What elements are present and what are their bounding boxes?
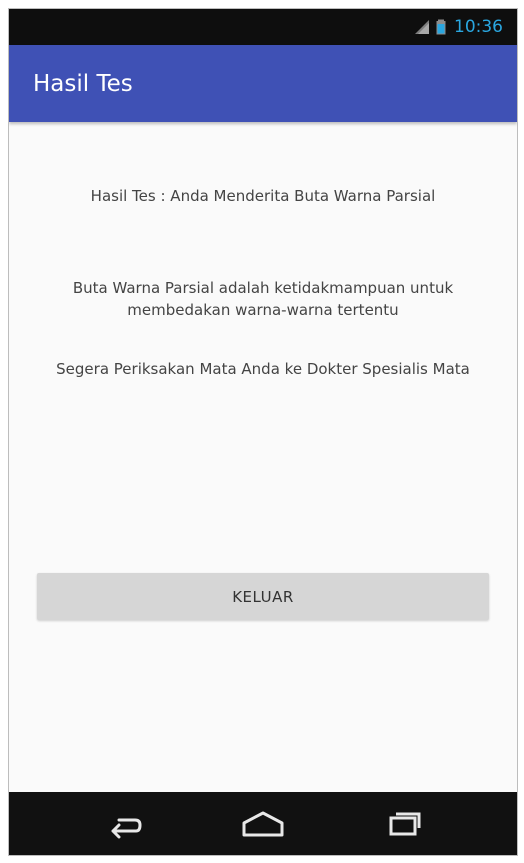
recent-apps-button[interactable] xyxy=(363,792,443,855)
exit-button[interactable]: KELUAR xyxy=(37,573,489,620)
navigation-bar xyxy=(9,792,517,855)
battery-icon xyxy=(436,19,446,35)
home-button[interactable] xyxy=(223,792,303,855)
back-button[interactable] xyxy=(83,792,163,855)
status-time: 10:36 xyxy=(454,16,503,37)
result-content: Hasil Tes : Anda Menderita Buta Warna Pa… xyxy=(9,122,517,792)
back-icon xyxy=(111,818,142,838)
home-icon xyxy=(242,811,284,836)
phone-bezel: 10:36 Hasil Tes Hasil Tes : Anda Menderi… xyxy=(9,9,517,855)
status-bar: 10:36 xyxy=(9,9,517,45)
app-bar: Hasil Tes xyxy=(9,45,517,122)
recent-apps-icon xyxy=(389,812,421,835)
status-icons: 10:36 xyxy=(414,9,503,45)
result-text: Hasil Tes : Anda Menderita Buta Warna Pa… xyxy=(90,187,436,205)
signal-icon xyxy=(415,20,429,34)
advice-text: Segera Periksakan Mata Anda ke Dokter Sp… xyxy=(56,360,470,378)
page-title: Hasil Tes xyxy=(33,70,133,97)
description-text: Buta Warna Parsial adalah ketidakmampuan… xyxy=(72,279,454,319)
device-screen: 10:36 Hasil Tes Hasil Tes : Anda Menderi… xyxy=(0,0,524,863)
